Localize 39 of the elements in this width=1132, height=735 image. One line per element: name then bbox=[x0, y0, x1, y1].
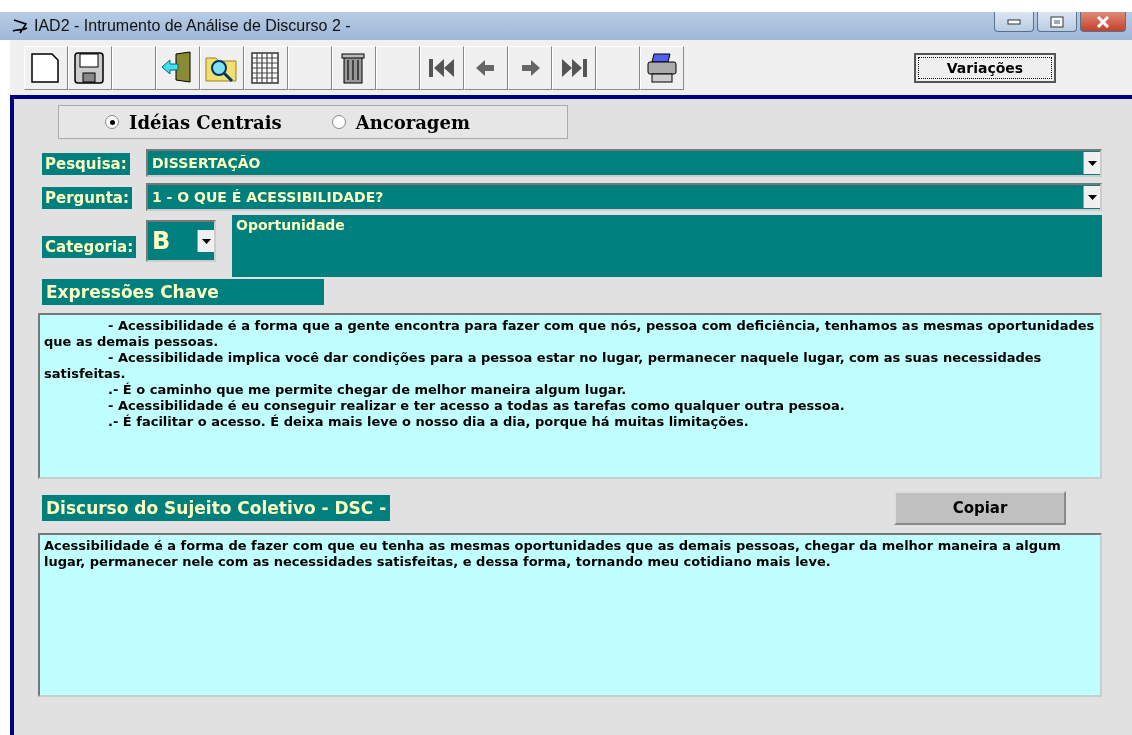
text-paragraph: - Acessibilidade é a forma que a gente encontra para fazer com que nós, pessoa com deficiência, tenhamos as mesmas oportunidades que as demais pessoas. bbox=[44, 318, 1096, 350]
text-paragraph: - Acessibilidade é eu conseguir realizar e ter acesso a todas as tarefas como qualquer outra pessoa. bbox=[107, 398, 846, 414]
toolbar-button[interactable] bbox=[200, 45, 244, 90]
category-dropdown[interactable]: B bbox=[146, 220, 216, 262]
copy-button[interactable]: Copiar bbox=[894, 491, 1066, 525]
radio-option[interactable]: Ancoragem bbox=[331, 111, 470, 133]
toolbar-button[interactable] bbox=[24, 45, 68, 90]
pesquisa-dropdown[interactable]: DISSERTAÇÃO bbox=[146, 149, 1102, 177]
close-button[interactable] bbox=[1080, 12, 1126, 32]
text-paragraph: .- É facilitar o acesso. É deixa mais leve o nosso dia a dia, porque há muitas limitações. bbox=[107, 414, 750, 430]
toolbar-button[interactable] bbox=[420, 45, 464, 90]
dsc-text-box[interactable]: Acessibilidade é a forma de fazer com que eu tenha as mesmas oportunidades que as demais pessoas, chegar da melhor maneira a algum lugar, permanecer nele com as necessidades satisfeitas, e dessa forma, tornando meu cotidiano mais leve. bbox=[38, 533, 1102, 697]
radio-button[interactable] bbox=[105, 115, 119, 129]
toolbar-button[interactable] bbox=[552, 45, 596, 90]
toolbar-button[interactable] bbox=[640, 45, 684, 90]
field-label: Categoria: bbox=[42, 236, 137, 258]
toolbar-button[interactable] bbox=[332, 45, 376, 90]
field-label: Pesquisa: bbox=[42, 152, 130, 175]
pergunta-dropdown[interactable]: 1 - O QUE É ACESSIBILIDADE? bbox=[146, 183, 1102, 211]
window-title: IAD2 - Intrumento de Análise de Discurso 2 - bbox=[34, 17, 351, 35]
section-heading: Expressões Chave bbox=[42, 279, 324, 305]
close-icon bbox=[1096, 15, 1110, 28]
toolbar-button[interactable] bbox=[68, 45, 112, 90]
minimize-icon bbox=[1007, 18, 1021, 25]
field-label: Pergunta: bbox=[42, 186, 132, 209]
text-paragraph: .- É o caminho que me permite chegar de melhor maneira algum lugar. bbox=[107, 382, 628, 398]
variations-button[interactable]: Variações bbox=[914, 52, 1056, 83]
maximize-button[interactable] bbox=[1037, 12, 1077, 32]
key-expressions-box[interactable] bbox=[38, 313, 1102, 479]
radio-option[interactable]: Idéias Centrais bbox=[105, 111, 282, 133]
app-icon bbox=[10, 17, 30, 35]
text-paragraph: - Acessibilidade implica você dar condições para a pessoa estar no lugar, permanecer naquele lugar, com as suas necessidades satisfeitas. bbox=[44, 350, 1043, 382]
section-heading: Discurso do Sujeito Coletivo - DSC - bbox=[42, 495, 391, 521]
category-description: Oportunidade bbox=[232, 215, 1102, 277]
radio-button[interactable] bbox=[331, 115, 346, 129]
toolbar-button[interactable] bbox=[244, 45, 288, 90]
minimize-button[interactable] bbox=[994, 12, 1034, 32]
maximize-icon bbox=[1050, 15, 1064, 28]
toolbar-button[interactable] bbox=[156, 45, 200, 90]
